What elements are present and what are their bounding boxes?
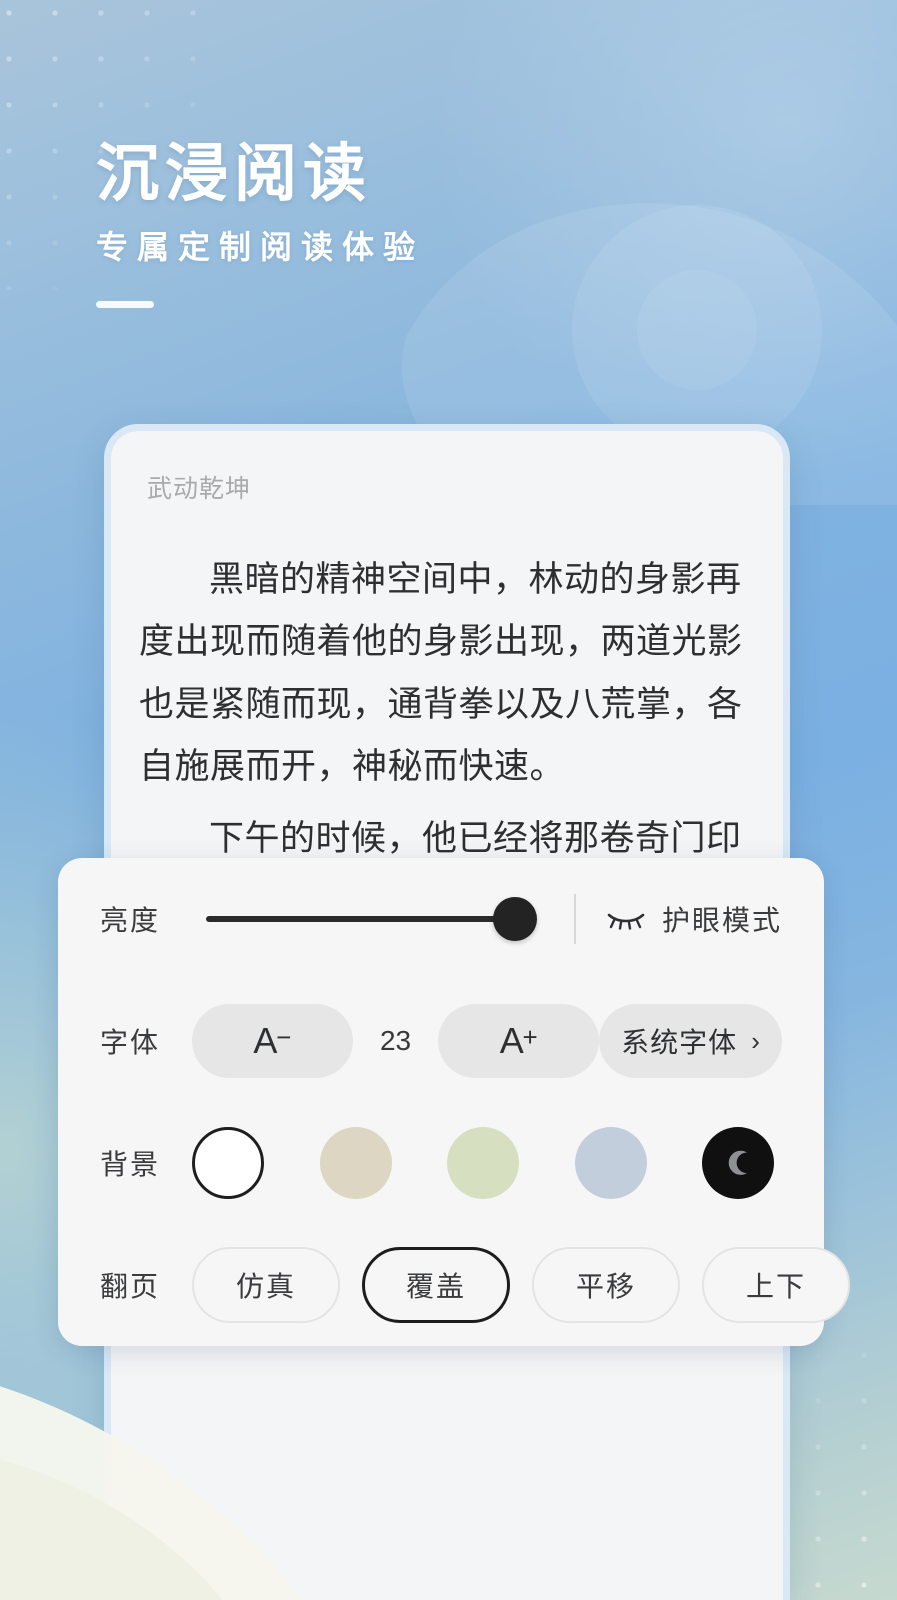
reader-settings-panel: 亮度 护眼模式 字体 A − 23 A + 系统字体 › 背景 翻页 仿真 覆盖… <box>58 858 850 1346</box>
font-decrease-letter: A <box>253 1020 278 1061</box>
promo-screen: 沉浸阅读 专属定制阅读体验 武动乾坤 黑暗的精神空间中，林动的身影再度出现而随着… <box>0 0 897 1600</box>
system-font-label: 系统字体 <box>621 1027 738 1058</box>
header: 沉浸阅读 专属定制阅读体验 <box>96 139 696 309</box>
pageturn-option-上下[interactable]: 上下 <box>702 1247 850 1323</box>
pageturn-option-平移[interactable]: 平移 <box>532 1247 680 1323</box>
page-subtitle: 专属定制阅读体验 <box>96 229 425 266</box>
background-swatch-list <box>192 1127 782 1199</box>
paragraph: 黑暗的精神空间中，林动的身影再度出现而随着他的身影出现，两道光影也是紧随而现，通… <box>139 560 743 786</box>
background-swatch-dark[interactable] <box>702 1127 774 1199</box>
brightness-slider[interactable] <box>192 897 552 941</box>
font-label: 字体 <box>100 1027 161 1058</box>
pageturn-option-仿真[interactable]: 仿真 <box>192 1247 340 1323</box>
chevron-right-icon: › <box>751 1025 760 1056</box>
eyecare-mode-label: 护眼模式 <box>661 905 782 936</box>
background-swatch-blue[interactable] <box>574 1127 647 1199</box>
font-row: 字体 A − 23 A + 系统字体 › <box>100 980 783 1102</box>
book-title: 武动乾坤 <box>147 475 252 503</box>
pageturn-option-list: 仿真 覆盖 平移 上下 <box>192 1247 852 1323</box>
font-decrease-button[interactable]: A − <box>192 1004 353 1078</box>
closed-eye-icon <box>607 913 645 930</box>
moon-icon <box>728 1150 747 1175</box>
system-font-button[interactable]: 系统字体 › <box>599 1004 783 1078</box>
background-swatch-green[interactable] <box>447 1127 519 1199</box>
font-increase-sign: + <box>522 1022 538 1052</box>
vertical-divider <box>573 894 576 944</box>
background-label: 背景 <box>100 1149 161 1180</box>
page-title: 沉浸阅读 <box>96 139 372 209</box>
font-size-value: 23 <box>379 1025 412 1056</box>
brightness-label: 亮度 <box>100 905 161 936</box>
font-increase-letter: A <box>499 1020 524 1061</box>
brightness-row: 亮度 护眼模式 <box>100 858 782 980</box>
font-increase-button[interactable]: A + <box>438 1004 600 1078</box>
title-underline <box>96 301 154 309</box>
eyecare-mode-button[interactable]: 护眼模式 <box>606 899 782 939</box>
pageturn-option-覆盖[interactable]: 覆盖 <box>362 1247 510 1323</box>
background-swatch-white[interactable] <box>192 1127 264 1199</box>
background-swatch-beige[interactable] <box>319 1127 392 1199</box>
background-row: 背景 <box>100 1102 782 1224</box>
pageturn-label: 翻页 <box>100 1271 161 1302</box>
slider-thumb[interactable] <box>492 897 537 941</box>
font-decrease-sign: − <box>276 1022 292 1052</box>
slider-track[interactable] <box>206 916 508 922</box>
pageturn-row: 翻页 仿真 覆盖 平移 上下 <box>100 1224 850 1346</box>
